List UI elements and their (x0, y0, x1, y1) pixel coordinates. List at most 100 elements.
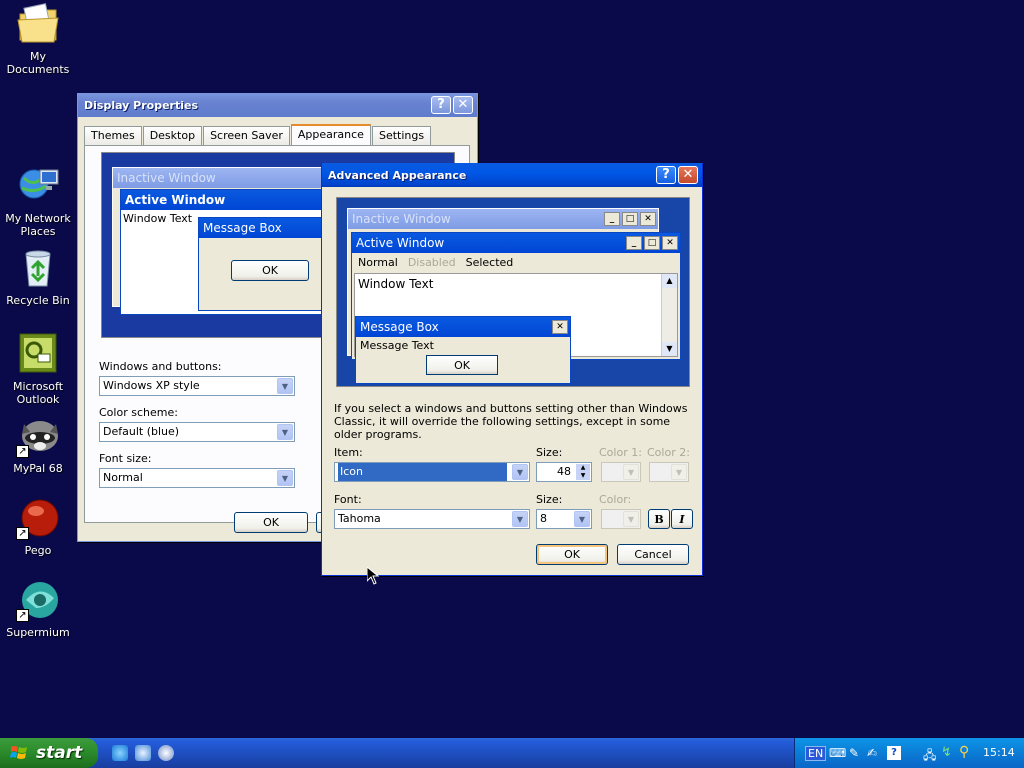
font-size-label: Size: (536, 493, 563, 506)
chevron-down-icon[interactable]: ▼ (277, 470, 293, 486)
taskbar: start EN ⌨ ✎ ✍ ? 🖧 ↯ ⚲ 15:14 (0, 738, 1024, 768)
tab-themes[interactable]: Themes (84, 126, 142, 145)
select-value: Tahoma (338, 512, 381, 525)
internet-explorer-icon[interactable] (112, 745, 128, 761)
start-label: start (36, 743, 83, 763)
desktop-icon-label: Microsoft Outlook (12, 380, 64, 406)
tab-desktop[interactable]: Desktop (142, 126, 203, 145)
help-button[interactable]: ? (431, 96, 451, 114)
select-value: Windows XP style (103, 379, 200, 392)
spin-down-icon[interactable]: ▼ (576, 472, 590, 480)
chevron-down-icon[interactable]: ▼ (512, 464, 528, 480)
handwriting-icon[interactable]: ✍ (867, 746, 877, 760)
advanced-ok-button[interactable]: OK (536, 544, 608, 565)
close-button[interactable]: ✕ (678, 166, 698, 184)
language-indicator[interactable]: EN (805, 746, 827, 761)
desktop-icon-pego[interactable]: ↗ Pego (0, 496, 76, 557)
spinner-value: 48 (557, 465, 571, 478)
display-properties-titlebar[interactable]: Display Properties ? ✕ (78, 93, 477, 117)
chevron-down-icon: ▼ (671, 464, 687, 480)
color-scheme-select[interactable]: Default (blue) ▼ (99, 422, 295, 442)
advanced-preview[interactable]: Inactive Window _ □ ✕ Active Window _ □ … (336, 197, 690, 387)
desktop-icon-mypal[interactable]: ↗ MyPal 68 (0, 414, 76, 475)
close-icon: ✕ (662, 236, 678, 250)
help-icon[interactable]: ? (887, 746, 901, 760)
item-size-spinner[interactable]: 48 ▲ ▼ (536, 462, 592, 482)
advanced-appearance-window: Advanced Appearance ? ✕ Inactive Window … (321, 163, 703, 576)
color2-picker: ▼ (649, 462, 689, 482)
mouse-cursor-icon (366, 565, 380, 588)
network-icon[interactable]: 🖧 (923, 746, 936, 767)
chevron-down-icon[interactable]: ▼ (277, 424, 293, 440)
select-value: Icon (338, 463, 507, 481)
red-orb-icon: ↗ (16, 496, 60, 540)
start-button[interactable]: start (0, 738, 98, 768)
select-value: 8 (540, 512, 547, 525)
clock[interactable]: 15:14 (983, 746, 1015, 759)
preview-inactive-title: Inactive Window _ □ ✕ (348, 209, 658, 229)
close-icon: ✕ (552, 320, 568, 334)
preview-scrollbar: ▲ ▼ (661, 274, 677, 356)
scroll-down-icon: ▼ (662, 342, 677, 356)
select-value: Default (blue) (103, 425, 180, 438)
desktop-icon-supermium[interactable]: ↗ Supermium (0, 578, 76, 639)
font-size-select[interactable]: 8 ▼ (536, 509, 592, 529)
window-title: Advanced Appearance (328, 168, 467, 182)
tab-screen-saver[interactable]: Screen Saver (203, 126, 290, 145)
desktop-icon-recycle-bin[interactable]: Recycle Bin (0, 246, 76, 307)
item-label: Item: (334, 446, 363, 459)
windows-buttons-select[interactable]: Windows XP style ▼ (99, 376, 295, 396)
close-button[interactable]: ✕ (453, 96, 473, 114)
spin-up-icon[interactable]: ▲ (576, 464, 590, 472)
raccoon-icon: ↗ (16, 414, 60, 458)
preview-message-title: Message Box ✕ (356, 317, 570, 337)
color1-label: Color 1: (599, 446, 642, 459)
shortcut-arrow-icon: ↗ (16, 445, 29, 458)
help-button[interactable]: ? (656, 166, 676, 184)
pen-icon[interactable]: ✎ (849, 746, 859, 760)
advanced-appearance-titlebar[interactable]: Advanced Appearance ? ✕ (322, 163, 702, 187)
display-ok-button[interactable]: OK (234, 512, 308, 533)
tab-appearance[interactable]: Appearance (290, 124, 371, 145)
color-scheme-label: Color scheme: (99, 406, 178, 419)
desktop-icon-my-network-places[interactable]: My Network Places (0, 164, 76, 238)
window-title: Display Properties (84, 98, 199, 112)
desktop-icon-label: My Documents (6, 50, 70, 76)
advanced-cancel-button[interactable]: Cancel (617, 544, 689, 565)
media-player-icon[interactable] (158, 745, 174, 761)
minimize-icon: _ (626, 236, 642, 250)
bold-button[interactable]: B (648, 509, 670, 529)
search-icon[interactable]: ⚲ (959, 744, 969, 760)
folder-icon (16, 2, 60, 46)
desktop-icon-label: Pego (24, 544, 52, 557)
preview-menu-selected: Selected (465, 255, 514, 269)
recycle-bin-icon (16, 246, 60, 290)
close-icon: ✕ (640, 212, 656, 226)
desktop-icon-label: MyPal 68 (13, 462, 63, 475)
outlook-express-icon[interactable] (135, 745, 151, 761)
desktop-icon-my-documents[interactable]: My Documents (0, 2, 76, 76)
chevron-down-icon[interactable]: ▼ (574, 511, 590, 527)
select-value: Normal (103, 471, 143, 484)
desktop-icon-label: My Network Places (5, 212, 71, 238)
chevron-down-icon[interactable]: ▼ (277, 378, 293, 394)
network-globe-icon (16, 164, 60, 208)
preview-window-text: Window Text (358, 277, 434, 291)
system-tray: EN ⌨ ✎ ✍ ? 🖧 ↯ ⚲ 15:14 (794, 738, 1024, 768)
item-select[interactable]: Icon ▼ (334, 462, 530, 482)
shortcut-arrow-icon: ↗ (16, 609, 29, 622)
tab-settings[interactable]: Settings (371, 126, 432, 145)
preview-message-title-text: Message Box (360, 320, 439, 334)
desktop-icon-microsoft-outlook[interactable]: Microsoft Outlook (0, 332, 76, 406)
font-select[interactable]: Tahoma ▼ (334, 509, 530, 529)
keyboard-icon[interactable]: ⌨ (829, 746, 846, 760)
italic-button[interactable]: I (671, 509, 693, 529)
preview-inactive-title-text: Inactive Window (352, 212, 451, 226)
safely-remove-icon[interactable]: ↯ (941, 745, 952, 760)
minimize-icon: _ (604, 212, 620, 226)
chevron-down-icon[interactable]: ▼ (512, 511, 528, 527)
preview-message-text: Message Text (360, 339, 434, 352)
maximize-icon: □ (644, 236, 660, 250)
font-size-select[interactable]: Normal ▼ (99, 468, 295, 488)
preview-active-title-text: Active Window (356, 236, 445, 250)
